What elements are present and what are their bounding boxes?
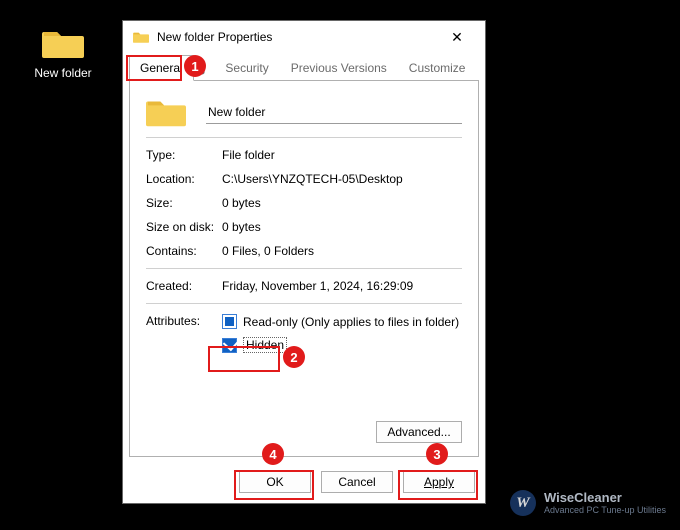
folder-icon — [42, 26, 84, 60]
contains-label: Contains: — [146, 244, 222, 258]
contains-value: 0 Files, 0 Folders — [222, 244, 462, 258]
apply-button[interactable]: Apply — [403, 471, 475, 493]
hidden-label: Hidden — [243, 337, 287, 353]
type-value: File folder — [222, 148, 462, 162]
tab-customize[interactable]: Customize — [398, 55, 477, 81]
watermark-line1: WiseCleaner — [544, 491, 666, 504]
ok-button[interactable]: OK — [239, 471, 311, 493]
cancel-button[interactable]: Cancel — [321, 471, 393, 493]
location-value: C:\Users\YNZQTECH-05\Desktop — [222, 172, 462, 186]
folder-icon — [133, 30, 149, 44]
size-value: 0 bytes — [222, 196, 462, 210]
readonly-checkbox[interactable] — [222, 314, 237, 329]
tab-previous-versions[interactable]: Previous Versions — [280, 55, 398, 81]
separator — [146, 268, 462, 269]
watermark: W WiseCleaner Advanced PC Tune-up Utilit… — [510, 490, 666, 516]
location-label: Location: — [146, 172, 222, 186]
tab-sharing-partial[interactable]: g — [194, 55, 215, 81]
sizeondisk-label: Size on disk: — [146, 220, 222, 234]
advanced-button[interactable]: Advanced... — [376, 421, 462, 443]
separator — [146, 303, 462, 304]
properties-dialog: New folder Properties ✕ General g Securi… — [122, 20, 486, 504]
attributes-label: Attributes: — [146, 314, 222, 361]
type-label: Type: — [146, 148, 222, 162]
watermark-logo: W — [510, 490, 536, 516]
sizeondisk-value: 0 bytes — [222, 220, 462, 234]
hidden-checkbox[interactable] — [222, 338, 237, 353]
created-value: Friday, November 1, 2024, 16:29:09 — [222, 279, 462, 293]
folder-icon — [146, 95, 186, 129]
tab-strip: General g Security Previous Versions Cus… — [123, 55, 485, 81]
folder-name-input[interactable] — [206, 101, 462, 124]
readonly-label: Read-only (Only applies to files in fold… — [243, 315, 459, 329]
size-label: Size: — [146, 196, 222, 210]
watermark-line2: Advanced PC Tune-up Utilities — [544, 506, 666, 515]
dialog-title: New folder Properties — [157, 30, 437, 44]
tab-general[interactable]: General — [129, 55, 194, 81]
tab-security[interactable]: Security — [214, 55, 279, 81]
close-icon[interactable]: ✕ — [437, 22, 477, 52]
separator — [146, 137, 462, 138]
general-panel: Type:File folder Location:C:\Users\YNZQT… — [129, 80, 479, 457]
created-label: Created: — [146, 279, 222, 293]
titlebar[interactable]: New folder Properties ✕ — [123, 21, 485, 53]
dialog-button-bar: OK Cancel Apply — [123, 463, 485, 503]
desktop-folder-label: New folder — [28, 66, 98, 80]
desktop-folder[interactable]: New folder — [28, 26, 98, 80]
